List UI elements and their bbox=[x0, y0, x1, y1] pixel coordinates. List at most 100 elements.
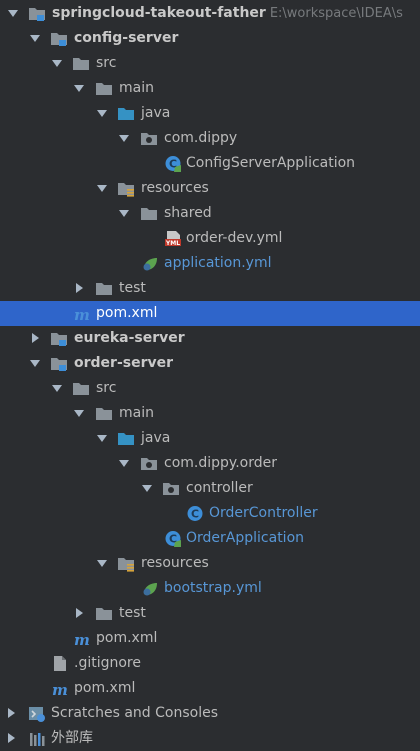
order-package-label: com.dippy.order bbox=[164, 455, 277, 471]
config-pom-label: pom.xml bbox=[96, 305, 158, 321]
chevron-right-icon[interactable] bbox=[72, 601, 86, 626]
chevron-down-icon[interactable] bbox=[95, 426, 109, 451]
yml-file-icon bbox=[164, 230, 182, 247]
chevron-down-icon[interactable] bbox=[95, 176, 109, 201]
tree-node-root-pom[interactable]: pom.xml bbox=[0, 676, 420, 701]
source-folder-icon bbox=[117, 105, 135, 122]
chevron-down-icon[interactable] bbox=[117, 126, 131, 151]
tree-node-order-java[interactable]: java bbox=[0, 426, 420, 451]
chevron-down-icon[interactable] bbox=[28, 351, 42, 376]
spring-boot-class-icon bbox=[164, 530, 182, 547]
folder-icon bbox=[72, 380, 90, 397]
tree-node-config-java[interactable]: java bbox=[0, 101, 420, 126]
chevron-down-icon[interactable] bbox=[95, 101, 109, 126]
project-tree: springcloud-takeout-father E:\workspace\I… bbox=[0, 0, 420, 749]
package-icon bbox=[140, 130, 158, 147]
text-file-icon bbox=[50, 655, 68, 672]
resources-folder-icon bbox=[117, 555, 135, 572]
tree-node-order-main[interactable]: main bbox=[0, 401, 420, 426]
tree-node-order-controller[interactable]: controller bbox=[0, 476, 420, 501]
tree-node-order-pom[interactable]: pom.xml bbox=[0, 626, 420, 651]
config-app-class-label: ConfigServerApplication bbox=[186, 155, 356, 171]
config-shared-label: shared bbox=[164, 205, 212, 221]
order-src-label: src bbox=[96, 380, 117, 396]
gitignore-label: .gitignore bbox=[74, 655, 141, 671]
config-src-label: src bbox=[96, 55, 117, 71]
tree-node-root[interactable]: springcloud-takeout-father E:\workspace\I… bbox=[0, 1, 420, 26]
bootstrap-yml-label: bootstrap.yml bbox=[164, 580, 262, 596]
tree-node-order-dev-yml[interactable]: order-dev.yml bbox=[0, 226, 420, 251]
config-test-label: test bbox=[119, 280, 146, 296]
chevron-right-icon[interactable] bbox=[4, 701, 18, 726]
chevron-down-icon[interactable] bbox=[72, 76, 86, 101]
chevron-down-icon[interactable] bbox=[72, 401, 86, 426]
tree-node-eureka-server[interactable]: eureka-server bbox=[0, 326, 420, 351]
tree-node-external-libraries[interactable]: 外部库 bbox=[0, 726, 420, 751]
tree-node-order-package[interactable]: com.dippy.order bbox=[0, 451, 420, 476]
chevron-down-icon[interactable] bbox=[28, 26, 42, 51]
chevron-right-icon[interactable] bbox=[72, 276, 86, 301]
package-icon bbox=[140, 455, 158, 472]
chevron-down-icon[interactable] bbox=[95, 551, 109, 576]
maven-pom-icon bbox=[50, 680, 68, 697]
tree-node-config-resources[interactable]: resources bbox=[0, 176, 420, 201]
folder-icon bbox=[95, 405, 113, 422]
chevron-down-icon[interactable] bbox=[6, 1, 20, 26]
order-pom-label: pom.xml bbox=[96, 630, 158, 646]
order-resources-label: resources bbox=[141, 555, 209, 571]
tree-node-config-test[interactable]: test bbox=[0, 276, 420, 301]
tree-node-config-pom[interactable]: pom.xml bbox=[0, 301, 420, 326]
root-pom-label: pom.xml bbox=[74, 680, 136, 696]
tree-node-config-app-class[interactable]: ConfigServerApplication bbox=[0, 151, 420, 176]
root-project-name: springcloud-takeout-father bbox=[52, 5, 266, 21]
config-java-label: java bbox=[141, 105, 171, 121]
chevron-down-icon[interactable] bbox=[50, 376, 64, 401]
order-app-class-label: OrderApplication bbox=[186, 530, 305, 546]
application-yml-label: application.yml bbox=[164, 255, 272, 271]
chevron-down-icon[interactable] bbox=[117, 201, 131, 226]
folder-icon bbox=[140, 205, 158, 222]
chevron-right-icon[interactable] bbox=[28, 326, 42, 351]
order-java-label: java bbox=[141, 430, 171, 446]
module-folder-icon bbox=[50, 30, 68, 47]
scratches-icon bbox=[28, 705, 46, 722]
folder-icon bbox=[95, 80, 113, 97]
scratches-label: Scratches and Consoles bbox=[51, 705, 218, 721]
spring-config-file-icon bbox=[141, 255, 159, 272]
tree-node-config-package[interactable]: com.dippy bbox=[0, 126, 420, 151]
order-server-label: order-server bbox=[74, 355, 174, 371]
order-controller-class-label: OrderController bbox=[209, 505, 318, 521]
tree-node-scratches[interactable]: Scratches and Consoles bbox=[0, 701, 420, 726]
tree-node-application-yml[interactable]: application.yml bbox=[0, 251, 420, 276]
chevron-down-icon[interactable] bbox=[50, 51, 64, 76]
folder-icon bbox=[95, 605, 113, 622]
chevron-down-icon[interactable] bbox=[140, 476, 154, 501]
order-main-label: main bbox=[119, 405, 154, 421]
order-dev-yml-label: order-dev.yml bbox=[186, 230, 283, 246]
tree-node-order-server[interactable]: order-server bbox=[0, 351, 420, 376]
tree-node-order-app-class[interactable]: OrderApplication bbox=[0, 526, 420, 551]
module-folder-icon bbox=[28, 5, 46, 22]
chevron-right-icon[interactable] bbox=[4, 726, 18, 751]
order-test-label: test bbox=[119, 605, 146, 621]
libraries-icon bbox=[28, 730, 46, 747]
tree-node-gitignore[interactable]: .gitignore bbox=[0, 651, 420, 676]
tree-node-config-server[interactable]: config-server bbox=[0, 26, 420, 51]
tree-node-config-shared[interactable]: shared bbox=[0, 201, 420, 226]
config-main-label: main bbox=[119, 80, 154, 96]
source-folder-icon bbox=[117, 430, 135, 447]
config-resources-label: resources bbox=[141, 180, 209, 196]
tree-node-config-main[interactable]: main bbox=[0, 76, 420, 101]
root-project-path: E:\workspace\IDEA\s bbox=[269, 6, 403, 21]
tree-node-order-src[interactable]: src bbox=[0, 376, 420, 401]
config-package-label: com.dippy bbox=[164, 130, 238, 146]
tree-node-config-src[interactable]: src bbox=[0, 51, 420, 76]
tree-node-order-test[interactable]: test bbox=[0, 601, 420, 626]
folder-icon bbox=[72, 55, 90, 72]
tree-node-bootstrap-yml[interactable]: bootstrap.yml bbox=[0, 576, 420, 601]
module-folder-icon bbox=[50, 330, 68, 347]
tree-node-order-controller-class[interactable]: OrderController bbox=[0, 501, 420, 526]
chevron-down-icon[interactable] bbox=[117, 451, 131, 476]
tree-node-order-resources[interactable]: resources bbox=[0, 551, 420, 576]
resources-folder-icon bbox=[117, 180, 135, 197]
